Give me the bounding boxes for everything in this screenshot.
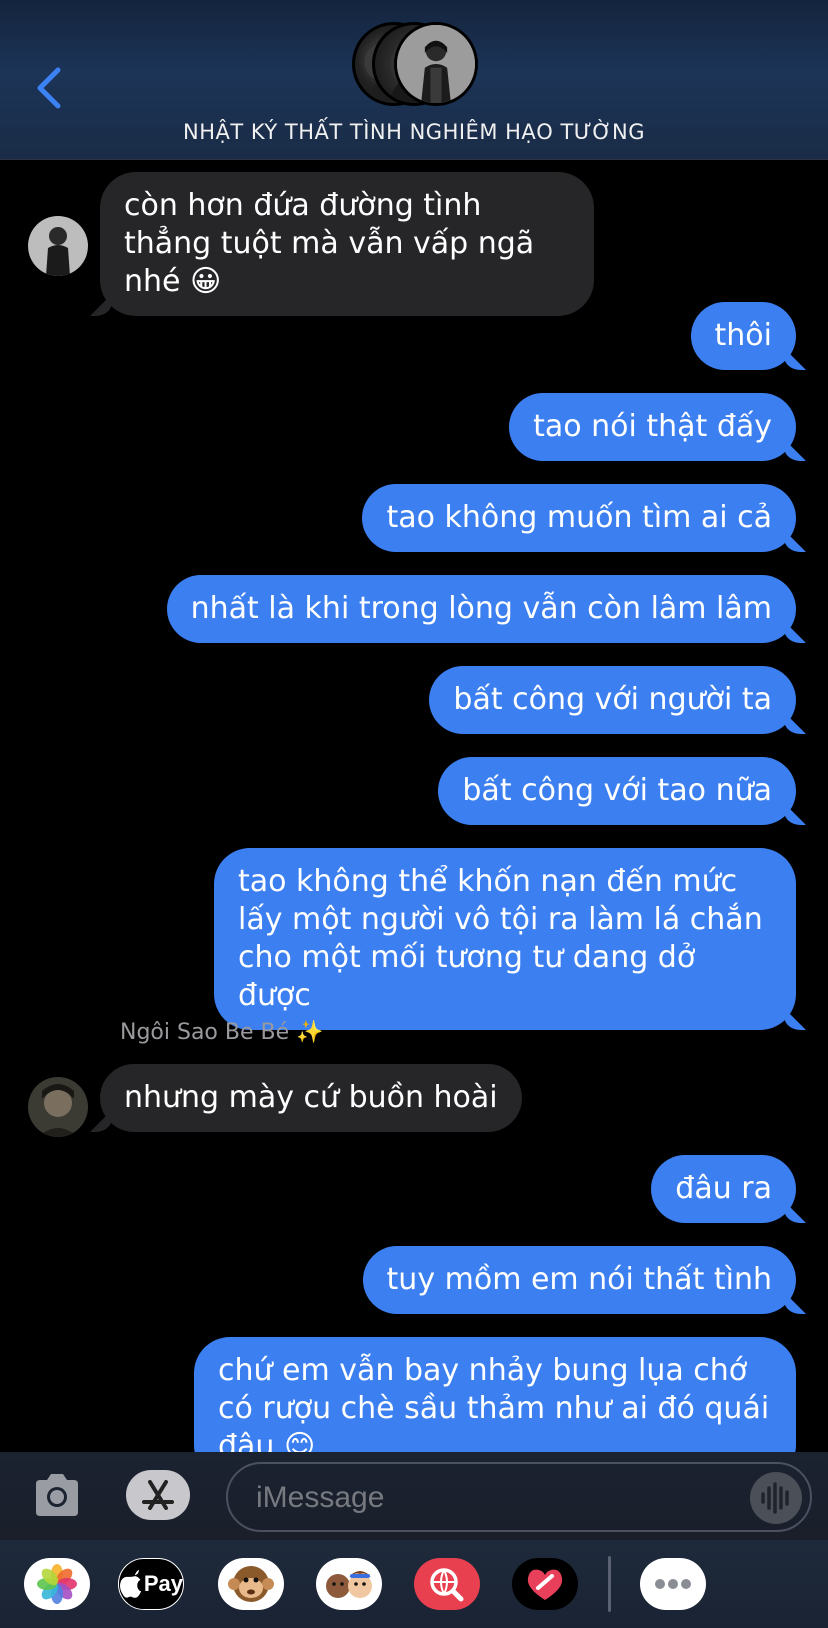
sender-avatar[interactable] (28, 216, 88, 276)
message-bubble-outgoing[interactable]: tao nói thật đấy (509, 393, 796, 461)
chevron-left-icon (37, 67, 61, 109)
message-bubble-outgoing[interactable]: thôi (690, 302, 796, 370)
app-store-button[interactable] (126, 1470, 190, 1520)
audio-message-button[interactable] (750, 1472, 802, 1524)
message-bubble-incoming[interactable]: nhưng mày cứ buồn hoài (100, 1064, 522, 1132)
message-input-container (226, 1462, 812, 1532)
memoji-app-button[interactable] (316, 1558, 382, 1610)
group-avatars[interactable] (352, 22, 482, 108)
drawer-divider (608, 1556, 611, 1612)
message-bubble-outgoing[interactable]: chứ em vẫn bay nhảy bung lụa chớ có rượu… (194, 1337, 796, 1452)
message-bubble-outgoing[interactable]: đâu ra (651, 1155, 796, 1223)
message-bubble-outgoing[interactable]: nhất là khi trong lòng vẫn còn lâm lâm (166, 575, 796, 643)
app-store-icon (142, 1480, 174, 1510)
back-button[interactable] (30, 62, 70, 114)
memoji-icon (326, 1571, 372, 1598)
more-icon (655, 1579, 691, 1589)
group-name[interactable]: NHẬT KÝ THẤT TÌNH NGHIÊM HẠO TƯỜNG (0, 120, 828, 144)
monkey-memoji-icon (228, 1566, 274, 1602)
group-member-avatar (394, 22, 478, 106)
web-images-app-button[interactable] (414, 1558, 480, 1610)
message-bubble-outgoing[interactable]: tao không muốn tìm ai cả (362, 484, 796, 552)
waveform-icon (761, 1482, 789, 1514)
camera-button[interactable] (32, 1472, 82, 1518)
web-search-icon (430, 1568, 464, 1602)
conversation-header: NHẬT KÝ THẤT TÌNH NGHIÊM HẠO TƯỜNG (0, 0, 828, 160)
digital-touch-app-button[interactable] (512, 1558, 578, 1610)
apple-pay-label: Pay (143, 1571, 183, 1596)
compose-bar (0, 1452, 828, 1540)
message-bubble-outgoing[interactable]: bất công với người ta (429, 666, 796, 734)
message-bubble-outgoing[interactable]: bất công với tao nữa (438, 757, 796, 825)
digital-touch-icon (527, 1569, 563, 1600)
sender-name: Ngôi Sao Be Bé ✨ (120, 1020, 324, 1045)
apple-pay-button[interactable]: Pay (118, 1558, 184, 1610)
sender-avatar[interactable] (28, 1077, 88, 1137)
photos-icon (37, 1564, 77, 1604)
message-input[interactable] (256, 1478, 716, 1518)
camera-icon (36, 1474, 78, 1516)
apple-pay-icon: Pay (119, 1559, 183, 1609)
animoji-app-button[interactable] (218, 1558, 284, 1610)
photos-app-button[interactable] (24, 1558, 90, 1610)
message-bubble-incoming[interactable]: còn hơn đứa đường tình thẳng tuột mà vẫn… (100, 172, 594, 316)
imessage-app-drawer: Pay (0, 1540, 828, 1628)
message-bubble-outgoing[interactable]: tuy mồm em nói thất tình (362, 1246, 796, 1314)
more-apps-button[interactable] (640, 1558, 706, 1610)
message-thread[interactable]: còn hơn đứa đường tình thẳng tuột mà vẫn… (0, 160, 828, 1452)
message-bubble-outgoing[interactable]: tao không thể khốn nạn đến mức lấy một n… (214, 848, 796, 1030)
